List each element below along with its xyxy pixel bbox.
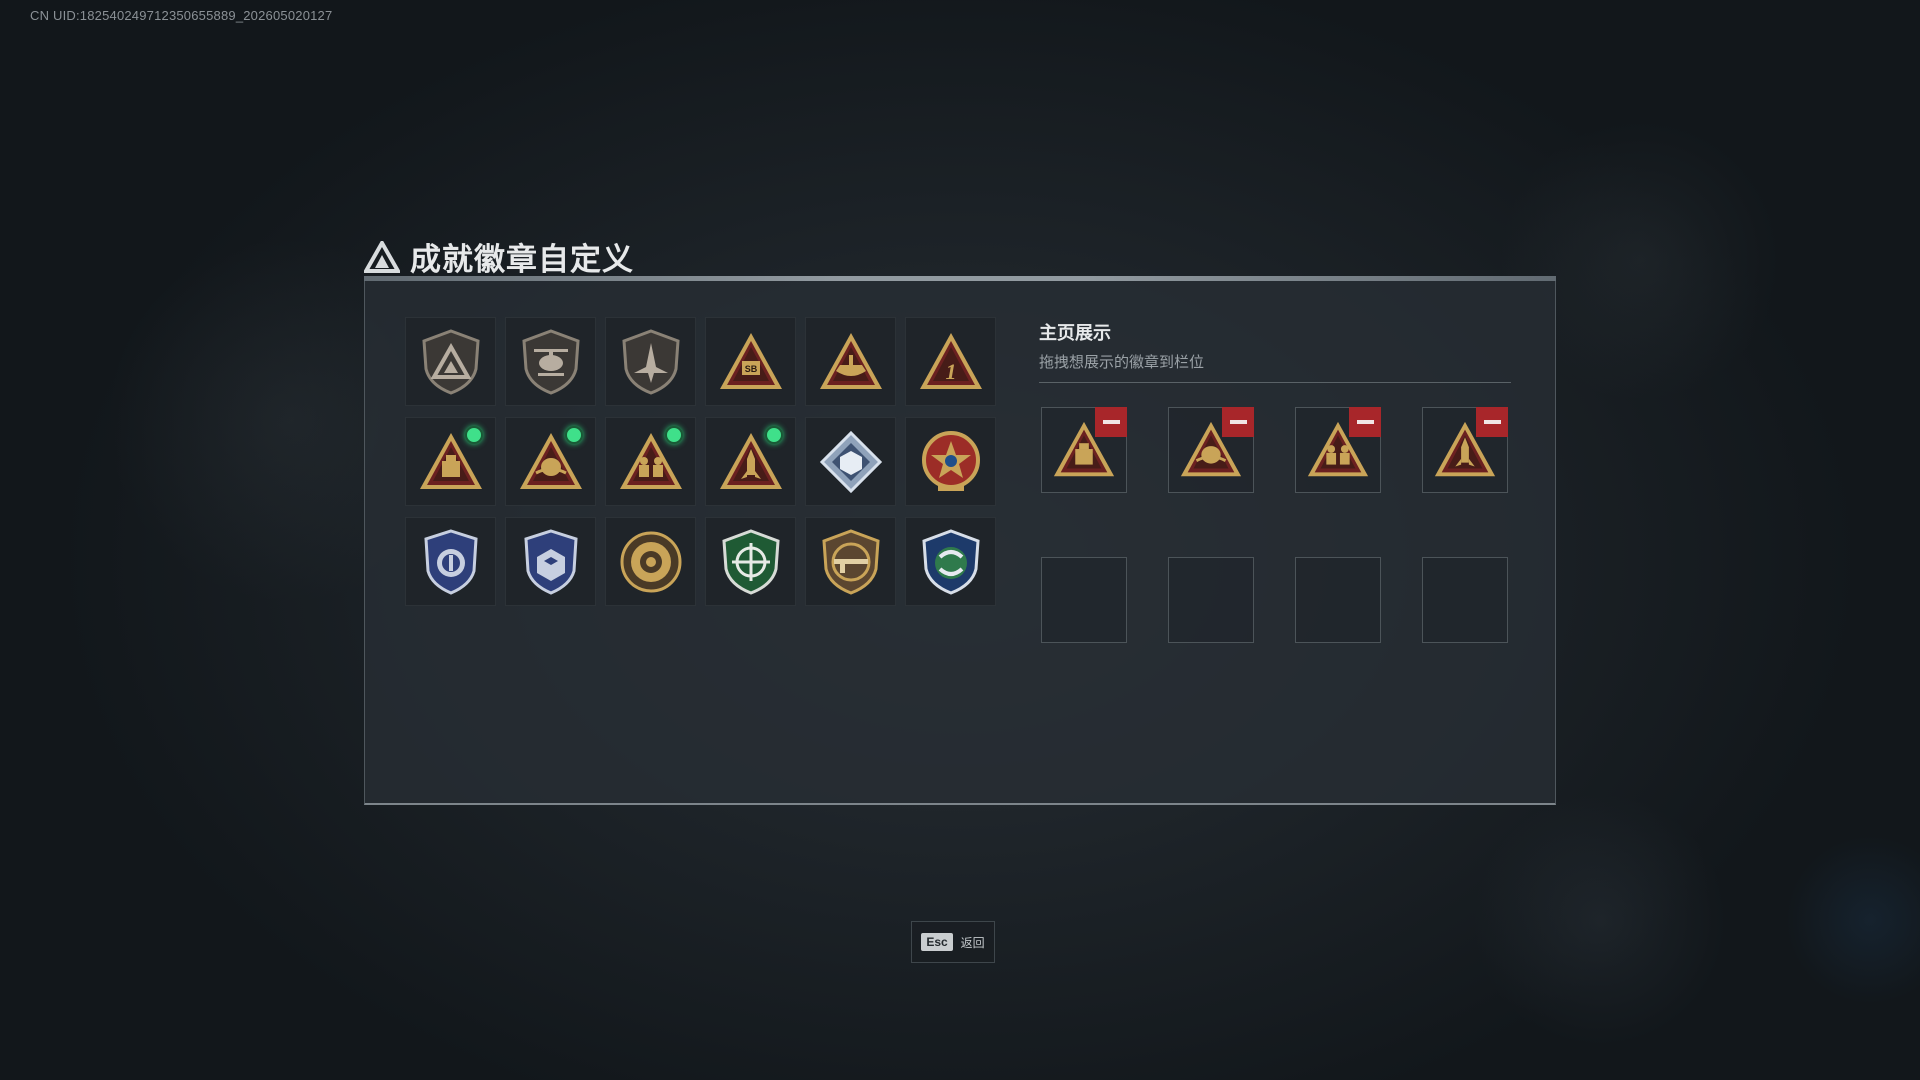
- minus-icon: [1102, 420, 1120, 424]
- badge-cell[interactable]: [805, 317, 896, 406]
- showcase-subtitle: 拖拽想展示的徽章到栏位: [1039, 354, 1205, 371]
- showcase-slot[interactable]: [1168, 557, 1254, 643]
- badge-panel: SB 1 主页展示 拖拽想展示的徽章到栏位: [364, 281, 1556, 805]
- remove-badge-button[interactable]: [1222, 407, 1254, 437]
- minus-icon: [1229, 420, 1247, 424]
- badge-cell[interactable]: [405, 417, 496, 506]
- badge-cell[interactable]: 1: [905, 317, 996, 406]
- badge-cell[interactable]: [505, 317, 596, 406]
- page-header: 成就徽章自定义: [364, 234, 634, 279]
- new-indicator-dot: [565, 426, 583, 444]
- badge-cell[interactable]: [905, 417, 996, 506]
- badge-cell[interactable]: [505, 417, 596, 506]
- rifle-shield-icon: [821, 528, 880, 595]
- remove-badge-button[interactable]: [1095, 407, 1127, 437]
- svg-text:SB: SB: [744, 364, 757, 374]
- badge-cell[interactable]: [805, 417, 896, 506]
- helicopter-shield-icon: [521, 328, 580, 395]
- remove-badge-button[interactable]: [1349, 407, 1381, 437]
- gray-triangle-shield-icon: [421, 328, 480, 395]
- showcase-slot[interactable]: [1422, 407, 1508, 493]
- blue-police-shield-icon: [423, 528, 478, 595]
- badge-cell[interactable]: [705, 417, 796, 506]
- back-label: 返回: [960, 935, 985, 950]
- minus-icon: [1483, 420, 1501, 424]
- new-indicator-dot: [765, 426, 783, 444]
- badge-cell[interactable]: [805, 517, 896, 606]
- showcase-slot[interactable]: [1422, 557, 1508, 643]
- uid-label: CN UID:18254024971235065588​9_2026050201…: [30, 8, 333, 23]
- badge-cell[interactable]: [405, 517, 496, 606]
- showcase-slot[interactable]: [1041, 557, 1127, 643]
- page-title: 成就徽章自定义: [410, 242, 634, 277]
- silver-diamond-badge-icon: [819, 430, 882, 493]
- badge-cell[interactable]: [605, 517, 696, 606]
- showcase-title: 主页展示: [1039, 323, 1111, 343]
- svg-text:1: 1: [945, 359, 956, 384]
- badge-cell[interactable]: SB: [705, 317, 796, 406]
- showcase-slots: [1041, 407, 1508, 643]
- badge-cell[interactable]: [705, 517, 796, 606]
- showcase-divider: [1039, 382, 1511, 383]
- showcase-slot[interactable]: [1041, 407, 1127, 493]
- badge-cell[interactable]: [905, 517, 996, 606]
- number-one-triangle-badge-icon: 1: [919, 332, 982, 389]
- minus-icon: [1356, 420, 1374, 424]
- showcase-slot[interactable]: [1168, 407, 1254, 493]
- remove-badge-button[interactable]: [1476, 407, 1508, 437]
- badge-cell[interactable]: [405, 317, 496, 406]
- star-wreath-medal-icon: [921, 430, 980, 491]
- new-indicator-dot: [665, 426, 683, 444]
- boat-triangle-badge-icon: [819, 332, 882, 389]
- back-button[interactable]: Esc 返回: [911, 921, 995, 963]
- showcase-slot[interactable]: [1295, 557, 1381, 643]
- badge-cell[interactable]: [605, 317, 696, 406]
- showcase-section: 主页展示 拖拽想展示的徽章到栏位: [1039, 319, 1511, 643]
- badge-cell[interactable]: [605, 417, 696, 506]
- badge-grid: SB 1: [405, 317, 996, 606]
- showcase-slot[interactable]: [1295, 407, 1381, 493]
- blue-green-arrows-shield-icon: [921, 528, 980, 595]
- blue-dice-shield-icon: [523, 528, 578, 595]
- bronze-round-emblem-icon: [620, 531, 681, 592]
- esc-key-icon: Esc: [921, 933, 953, 951]
- jet-shield-icon: [621, 328, 680, 395]
- delta-logo-icon: [364, 240, 400, 273]
- badge-cell[interactable]: [505, 517, 596, 606]
- green-crosshair-shield-icon: [721, 528, 780, 595]
- new-indicator-dot: [465, 426, 483, 444]
- sb-triangle-badge-icon: SB: [719, 332, 782, 389]
